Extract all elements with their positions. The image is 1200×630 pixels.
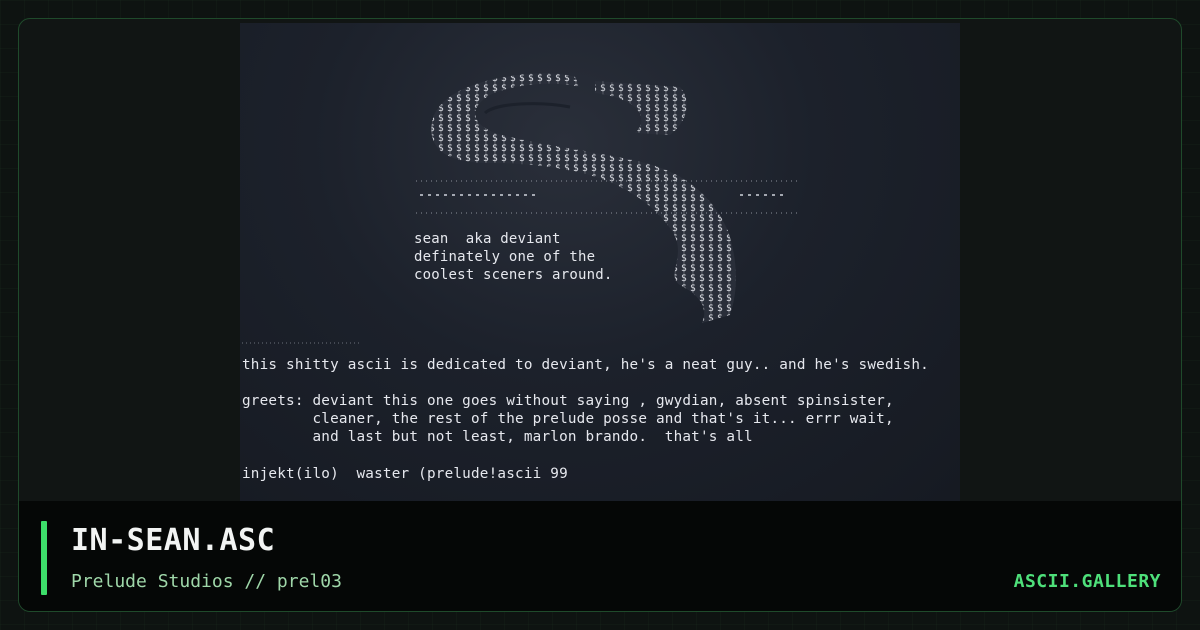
artwork-card: $ sean aka deviant definately one of the… — [18, 18, 1182, 612]
ascii-art-preview[interactable]: $ sean aka deviant definately one of the… — [240, 23, 960, 501]
ascii-greets: greets: deviant this one goes without sa… — [242, 393, 894, 445]
info-footer: IN-SEAN.ASC Prelude Studios // prel03 AS… — [19, 501, 1181, 611]
ascii-dedication: this shitty ascii is dedicated to devian… — [242, 357, 929, 373]
site-brand[interactable]: ASCII.GALLERY — [1014, 571, 1161, 592]
accent-bar — [41, 521, 47, 595]
artwork-title: IN-SEAN.ASC — [71, 523, 276, 558]
ascii-caption: sean aka deviant definately one of the c… — [414, 231, 613, 283]
artwork-subtitle: Prelude Studios // prel03 — [71, 571, 342, 592]
ascii-signoff: injekt(ilo) waster (prelude!ascii 99 — [242, 466, 568, 482]
